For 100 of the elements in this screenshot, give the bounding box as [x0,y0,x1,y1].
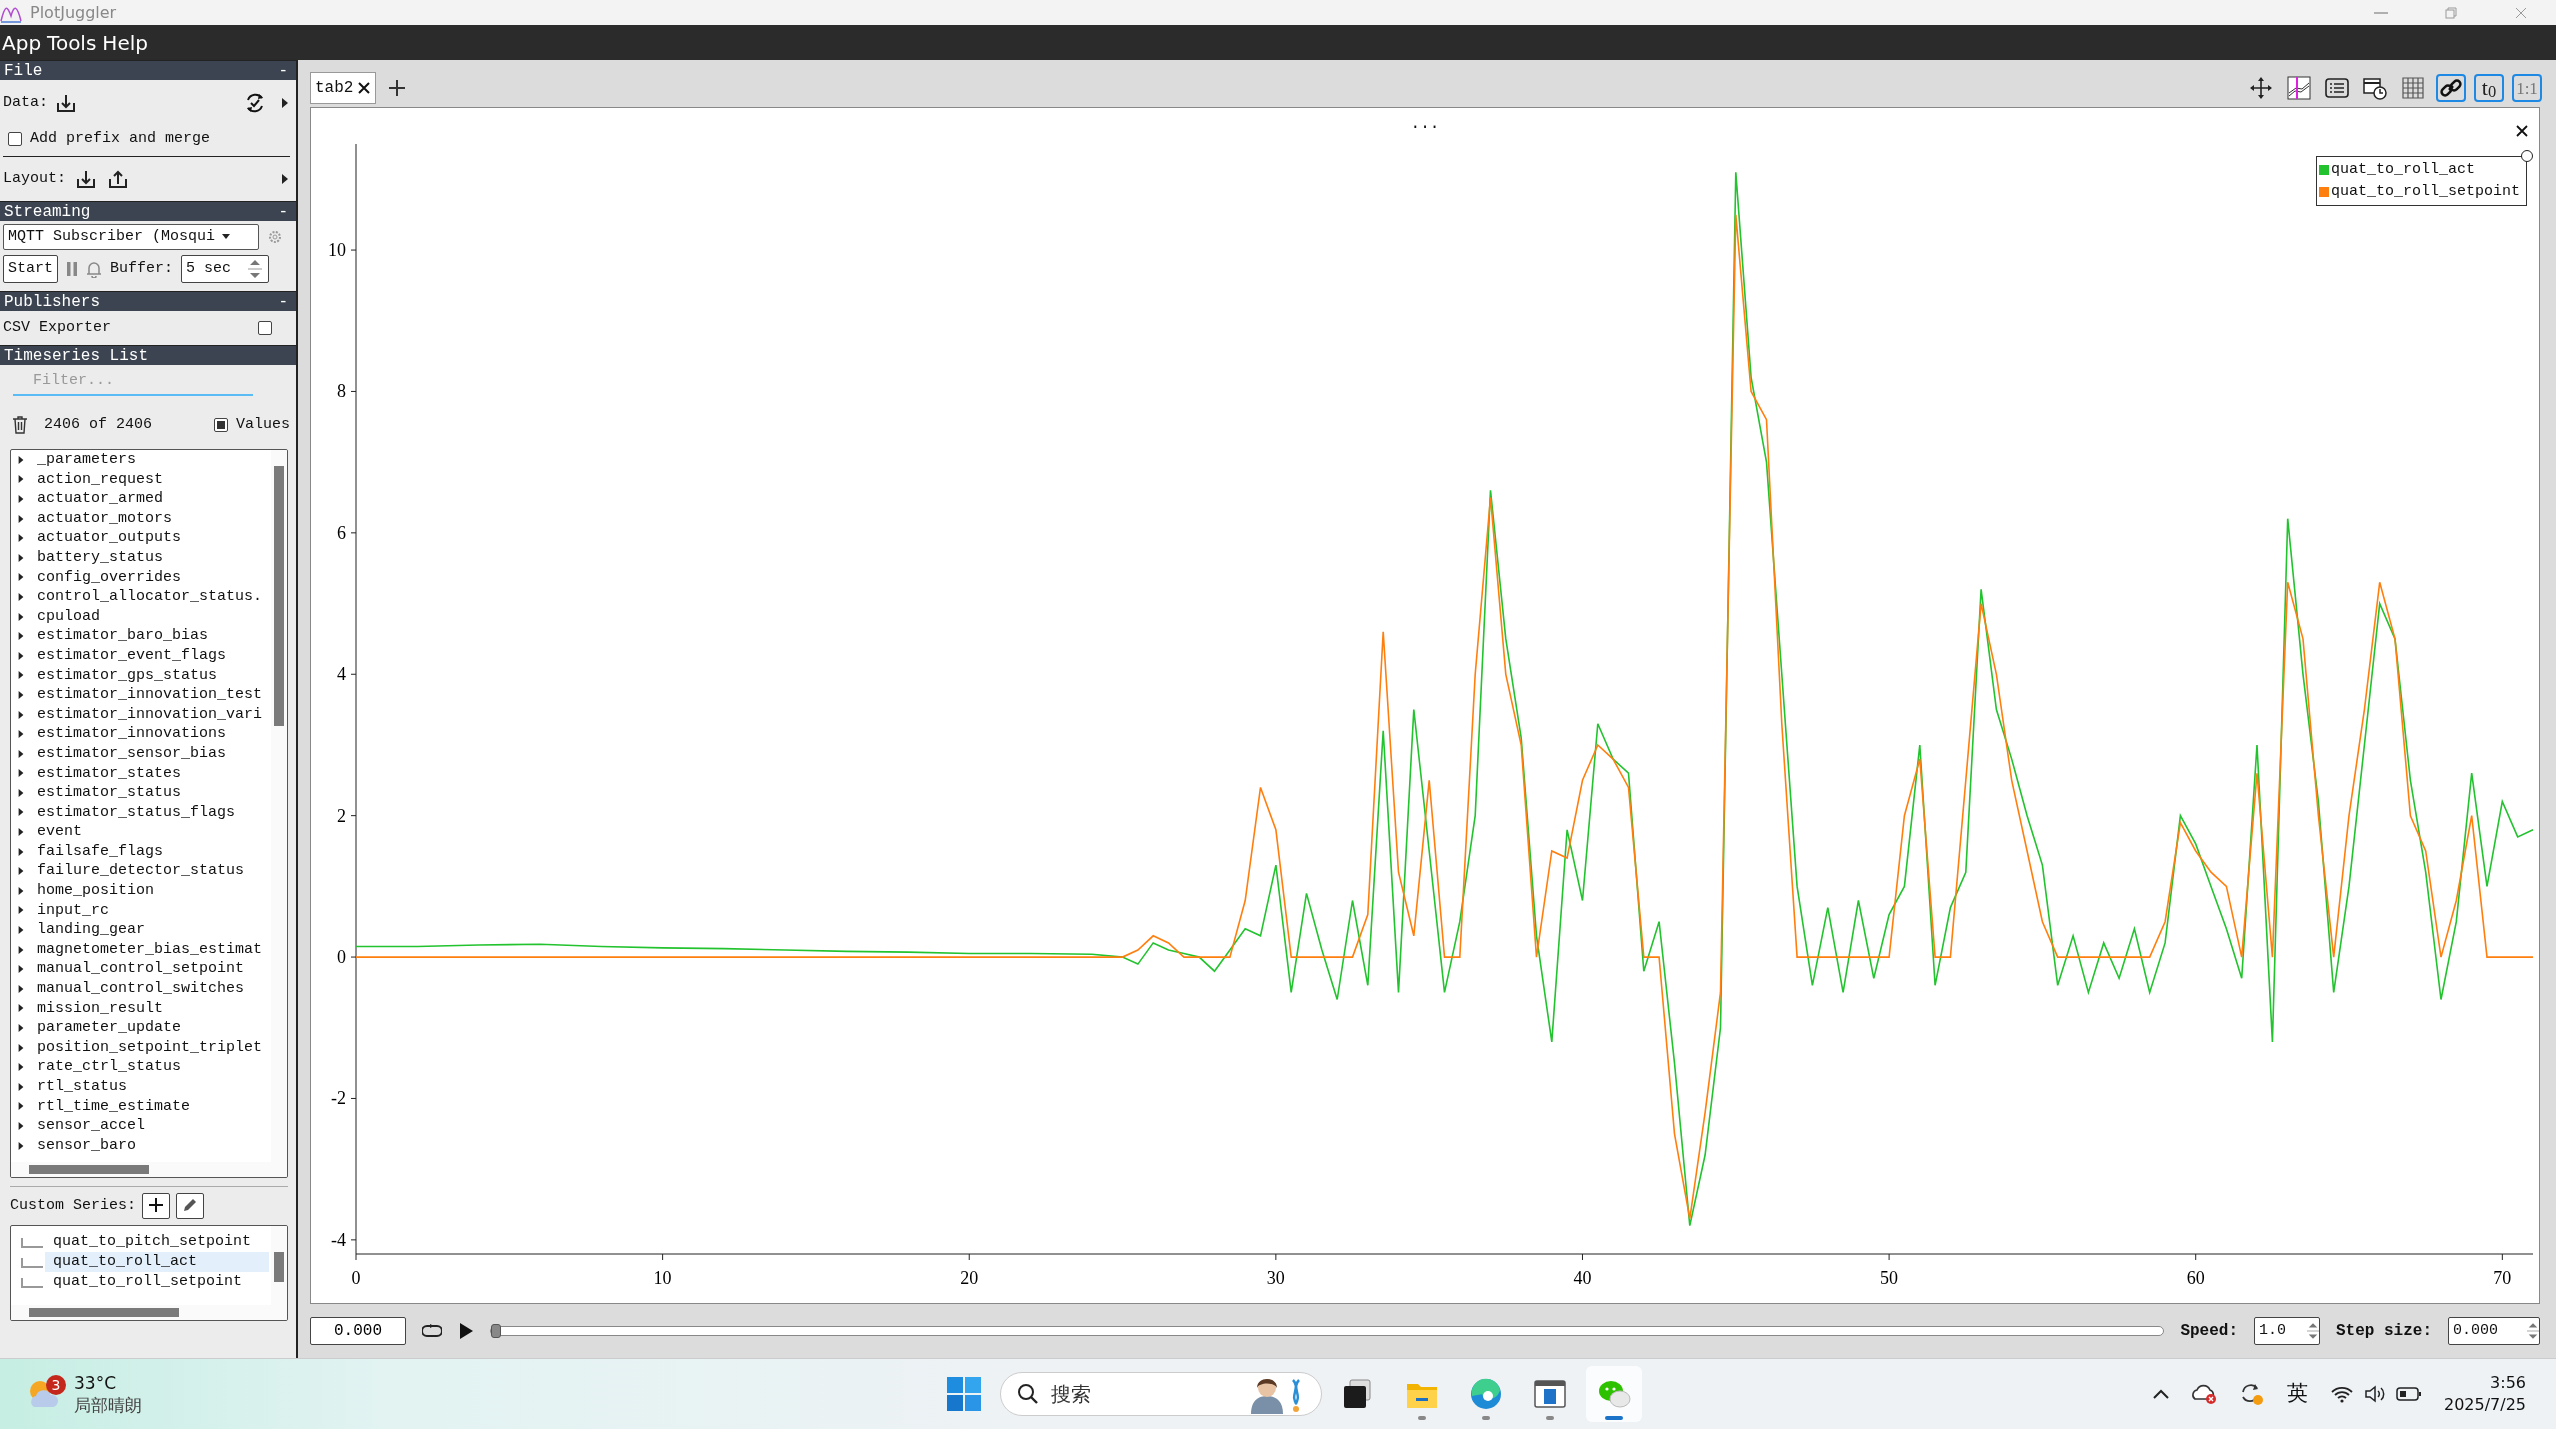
series-name[interactable]: estimator_status_flags [37,802,236,823]
expand-arrow-icon[interactable] [17,1121,25,1131]
expand-arrow-icon[interactable] [17,513,25,524]
series-name[interactable]: parameter_update [37,1018,182,1038]
expand-arrow-icon[interactable] [17,748,25,759]
scrollbar[interactable] [271,450,287,1162]
section-header[interactable]: Streaming - [0,201,296,221]
time-field[interactable]: 0.000 [310,1317,406,1345]
refresh-check-icon[interactable] [244,92,266,114]
series-name[interactable]: estimator_innovation_test [37,685,263,705]
loop-icon[interactable] [422,1324,442,1338]
expand-arrow-icon[interactable] [17,454,25,465]
timeline-slider[interactable] [490,1326,2165,1336]
step-size-field[interactable]: 0.000 [2449,1319,2527,1343]
expand-arrow-icon[interactable] [17,689,25,700]
section-header[interactable]: Timeseries List [0,345,296,365]
expand-arrow-icon[interactable] [17,768,25,779]
series-name[interactable]: estimator_event_flags [37,645,227,666]
battery-icon[interactable] [2395,1386,2422,1402]
expand-arrow-icon[interactable] [17,866,25,877]
start-button[interactable]: Start [3,255,58,283]
speed-field[interactable]: 1.0 [2255,1319,2307,1343]
wifi-icon[interactable] [2329,1385,2354,1403]
series-name[interactable]: estimator_sensor_bias [37,743,227,764]
play-icon[interactable] [458,1322,474,1340]
expand-arrow-icon[interactable] [17,1101,25,1112]
spin-box[interactable]: 0.000 [2448,1317,2540,1345]
expand-arrow-icon[interactable] [17,787,25,798]
toolbar-button[interactable]: t$_{0}$ [2474,74,2504,102]
expand-arrow-icon[interactable] [17,572,25,583]
expand-arrow-icon[interactable] [17,905,25,916]
expand-arrow-icon[interactable] [17,1042,25,1053]
series-name[interactable]: estimator_innovation_vari [37,704,263,725]
checkbox[interactable] [8,132,22,146]
checkbox[interactable] [258,321,272,335]
series-name[interactable]: control_allocator_status. [37,587,263,607]
expand-arrow-icon[interactable] [17,1140,25,1151]
series-name[interactable]: estimator_baro_bias [37,626,209,646]
legend-label[interactable]: quat_to_roll_setpoint [2330,180,2520,204]
add-button[interactable] [142,1193,171,1219]
expand-arrow-icon[interactable] [280,173,290,185]
section-header[interactable]: Publishers - [0,291,296,311]
edit-button[interactable] [176,1193,205,1219]
custom-series-item[interactable]: quat_to_pitch_setpoint [45,1232,269,1252]
resize-handle[interactable] [2521,150,2533,162]
expand-arrow-icon[interactable] [17,591,25,602]
series-name[interactable]: estimator_innovations [37,724,227,744]
series-name[interactable]: actuator_outputs [37,528,182,548]
series-name[interactable]: landing_gear [37,920,146,940]
series-name[interactable]: home_position [37,881,155,901]
section-header[interactable]: File - [0,60,296,80]
expand-arrow-icon[interactable] [17,964,25,975]
search-bar[interactable]: 搜索 [1000,1372,1322,1416]
spin-box[interactable]: 1.0 [2254,1317,2320,1345]
clock-date[interactable]: 2025/7/25 [2443,1394,2526,1416]
series-name[interactable]: action_request [37,469,164,490]
legend-label[interactable]: quat_to_roll_act [2330,158,2475,182]
series-name[interactable]: failsafe_flags [37,841,164,862]
custom-series-item[interactable]: quat_to_roll_setpoint [45,1272,269,1292]
series-name[interactable]: estimator_status [37,783,182,803]
series-name[interactable]: rtl_status [37,1077,127,1097]
expand-arrow-icon[interactable] [17,611,25,622]
series-name[interactable]: rate_ctrl_status [37,1057,182,1077]
series-name[interactable]: estimator_gps_status [37,665,218,686]
series-name[interactable]: config_overrides [37,567,182,588]
expand-arrow-icon[interactable] [17,1003,25,1014]
expand-arrow-icon[interactable] [17,474,25,485]
import-icon[interactable] [76,170,96,188]
spin-box[interactable]: 5 sec [181,255,270,283]
series-name[interactable]: battery_status [37,547,164,568]
search-input[interactable]: 搜索 [1049,1378,1231,1410]
collapse-toggle[interactable]: - [278,292,288,311]
menu-item[interactable]: App [2,27,48,58]
cloud-error-icon[interactable] [2190,1383,2217,1405]
expand-arrow-icon[interactable] [17,552,25,563]
clock-time[interactable]: 3:56 [2443,1372,2526,1394]
plot-handle[interactable]: ... [1410,116,1440,132]
menu-item[interactable]: Help [102,27,154,58]
toolbar-button[interactable] [2436,74,2466,102]
expand-arrow-icon[interactable] [17,494,25,504]
scrollbar[interactable] [11,1305,287,1320]
series-name[interactable]: manual_control_switches [37,979,245,999]
custom-series-item[interactable]: quat_to_roll_act [45,1252,269,1272]
expand-arrow-icon[interactable] [17,1023,25,1033]
expand-arrow-icon[interactable] [17,925,25,936]
menu-item[interactable]: Tools [47,27,103,58]
series-name[interactable]: failure_detector_status [37,861,245,882]
chevron-up-icon[interactable] [2152,1389,2169,1399]
export-icon[interactable] [108,170,128,188]
expand-arrow-icon[interactable] [17,827,25,838]
series-name[interactable]: manual_control_setpoint [37,959,245,980]
expand-arrow-icon[interactable] [17,944,25,955]
series-name[interactable]: estimator_states [37,763,182,784]
trash-icon[interactable] [12,416,28,434]
expand-arrow-icon[interactable] [17,729,25,740]
close-icon[interactable] [2515,124,2529,138]
series-name[interactable]: mission_result [37,998,164,1019]
scrollbar[interactable] [11,1162,287,1177]
close-icon[interactable] [357,81,372,95]
bell-icon[interactable] [86,260,102,278]
